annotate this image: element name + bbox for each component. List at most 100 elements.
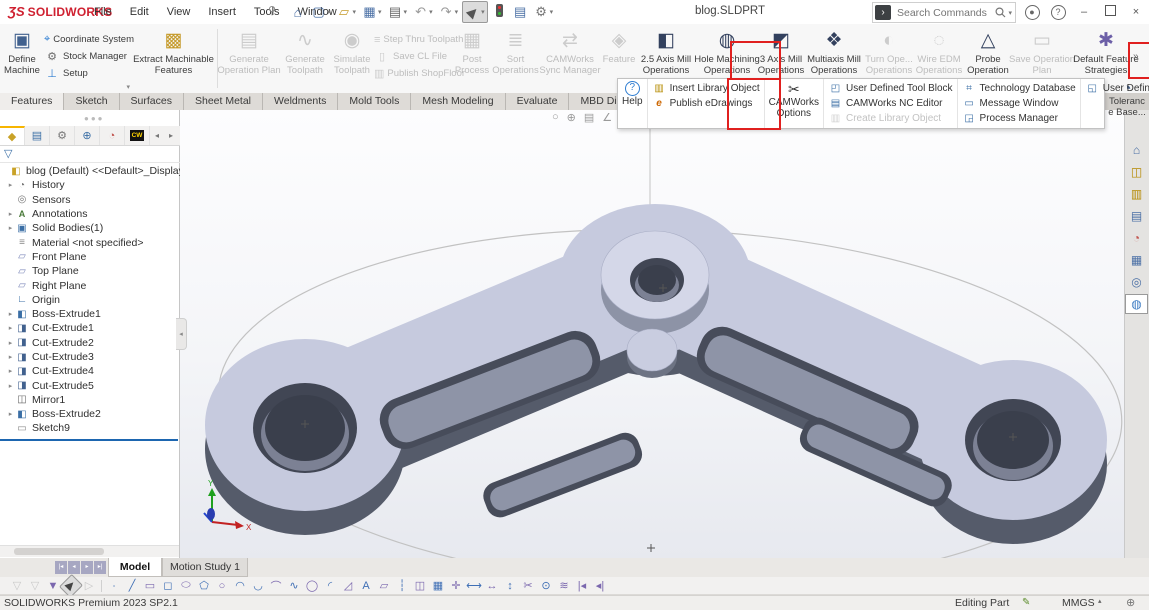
tree-item-cut-extrude4[interactable]: ▸◨Cut-Extrude4	[0, 364, 180, 378]
tree-item-mirror1[interactable]: ◫Mirror1	[0, 393, 180, 407]
account-button[interactable]: ●	[1019, 5, 1045, 20]
expand-arrow-icon[interactable]: ▸	[6, 410, 15, 418]
tree-item-history[interactable]: ▸◔History	[0, 178, 180, 192]
ribbon-overflow-chevron[interactable]: »	[1133, 51, 1139, 62]
message-window-menu-item[interactable]: ▭Message Window	[962, 96, 1076, 111]
horizontal-dimension-button[interactable]: ↔	[483, 580, 501, 592]
part-3d-view[interactable]: Y X	[180, 110, 1124, 558]
open-button[interactable]: ▱▾	[335, 2, 359, 22]
linear-pattern-button[interactable]: ▦	[429, 579, 447, 592]
search-caret-icon[interactable]: ▾	[1008, 9, 1012, 17]
tree-item-cut-extrude1[interactable]: ▸◨Cut-Extrude1	[0, 321, 180, 335]
chamfer-button[interactable]: ◿	[339, 579, 357, 592]
smart-dimension-button[interactable]: ⟷	[465, 579, 483, 592]
save-button[interactable]: ▦▾	[360, 2, 384, 22]
unit-system-label[interactable]: MMGS	[1062, 597, 1095, 609]
help-button[interactable]: ?Help	[618, 79, 648, 128]
minimize-button[interactable]: –	[1071, 6, 1097, 18]
graphics-viewport[interactable]: ○ ⊕ ▤ ∠	[180, 110, 1124, 558]
home-button[interactable]: ⌂	[288, 2, 307, 22]
pin-icon[interactable]: ⚲	[268, 4, 276, 17]
text-button[interactable]: A	[357, 580, 375, 592]
section-view-icon[interactable]: ∠	[602, 111, 612, 124]
print-caret-icon[interactable]: ▾	[404, 8, 408, 16]
tree-item-cut-extrude3[interactable]: ▸◨Cut-Extrude3	[0, 350, 180, 364]
expand-arrow-icon[interactable]: ▸	[6, 181, 15, 189]
tab-features[interactable]: Features	[0, 93, 64, 110]
tree-item-annotations[interactable]: ▸AAnnotations	[0, 207, 180, 221]
tree-item-solid-bodies-1-[interactable]: ▸▣Solid Bodies(1)	[0, 221, 180, 235]
tree-item-top-plane[interactable]: ▱Top Plane	[0, 264, 180, 278]
task-custom-properties-button[interactable]: ▦	[1125, 250, 1148, 270]
tree-item-cut-extrude2[interactable]: ▸◨Cut-Extrude2	[0, 336, 180, 350]
offset-entities-button[interactable]: ≋	[555, 579, 573, 592]
task-3d-content-central-button[interactable]: ◍	[1125, 294, 1148, 314]
fillet-button[interactable]: ◜	[321, 579, 339, 592]
stock-manager-button[interactable]: ⚙Stock Manager	[44, 48, 130, 65]
new-document-caret-icon[interactable]: ▾	[327, 8, 331, 16]
tree-item-sensors[interactable]: ◎Sensors	[0, 193, 180, 207]
coordinate-system-button[interactable]: ⌖Coordinate System	[44, 31, 130, 48]
line-button[interactable]: ╱	[123, 579, 141, 592]
centerline-button[interactable]: ┆	[393, 579, 411, 592]
vertical-dimension-button[interactable]: ↕	[501, 580, 519, 592]
tab-scroll-right[interactable]: ▸	[164, 126, 178, 145]
select-button[interactable]: ▶▾	[462, 1, 488, 23]
undo-button[interactable]: ↶▾	[411, 2, 435, 22]
camworks-nc-editor-menu-item[interactable]: ▤CAMWorks NC Editor	[828, 96, 953, 111]
display-settings-button[interactable]: ▤	[511, 2, 530, 22]
expand-arrow-icon[interactable]: ▸	[6, 224, 15, 232]
rollback-bar[interactable]	[0, 439, 178, 441]
center-rectangle-button[interactable]: ◻	[159, 579, 177, 592]
feature-manager-tab[interactable]: ◆	[0, 126, 25, 145]
task-document-search-button[interactable]: ◎	[1125, 272, 1148, 292]
status-options-icon[interactable]: ⊕	[1126, 596, 1135, 609]
centerpoint-arc-button[interactable]: ◠	[231, 579, 249, 592]
last-tab-button[interactable]: ▸|	[94, 561, 106, 574]
tab-evaluate[interactable]: Evaluate	[506, 93, 570, 110]
open-caret-icon[interactable]: ▾	[353, 8, 357, 16]
redo-caret-icon[interactable]: ▾	[455, 8, 459, 16]
search-input[interactable]	[895, 6, 993, 20]
next-tab-button[interactable]: ▸	[81, 561, 93, 574]
task-design-library-button[interactable]: ▥	[1125, 184, 1148, 204]
property-manager-tab[interactable]: ▤	[25, 126, 50, 145]
units-caret-icon[interactable]: ▴	[1098, 597, 1102, 605]
expand-arrow-icon[interactable]: ▸	[6, 353, 15, 361]
task-appearances-button[interactable]: ◔	[1125, 228, 1148, 248]
tree-root-item[interactable]: ◧blog (Default) <<Default>_Display State	[0, 164, 180, 178]
tree-item-boss-extrude2[interactable]: ▸◧Boss-Extrude2	[0, 407, 180, 421]
redo-button[interactable]: ↷▾	[437, 2, 461, 22]
plane-button[interactable]: ▱	[375, 579, 393, 592]
corner-rectangle-button[interactable]: ▭	[141, 579, 159, 592]
filter-ghost-a-button[interactable]: ▽	[8, 579, 26, 592]
first-tab-button[interactable]: |◂	[55, 561, 67, 574]
dimxpert-manager-tab[interactable]: ⊕	[75, 126, 100, 145]
setup-button[interactable]: ⊥Setup	[44, 65, 130, 82]
panel-grip[interactable]: ●●●	[84, 114, 105, 123]
undo-caret-icon[interactable]: ▾	[429, 8, 433, 16]
tree-item-boss-extrude1[interactable]: ▸◧Boss-Extrude1	[0, 307, 180, 321]
expand-arrow-icon[interactable]: ▸	[6, 367, 15, 375]
tab-weldments[interactable]: Weldments	[263, 93, 338, 110]
tab-model[interactable]: Model	[108, 558, 162, 577]
three-point-arc-button[interactable]: ⌒	[267, 578, 285, 594]
tree-item-cut-extrude5[interactable]: ▸◨Cut-Extrude5	[0, 378, 180, 392]
circle-button[interactable]: ○	[213, 580, 231, 592]
tab-motion-study[interactable]: Motion Study 1	[162, 558, 248, 577]
search-icon[interactable]	[995, 7, 1006, 18]
rebuild-button[interactable]	[490, 2, 509, 22]
options-caret-icon[interactable]: ▾	[550, 8, 554, 16]
tree-item-sketch9[interactable]: ▭Sketch9	[0, 421, 180, 435]
search-box[interactable]: › ▾	[872, 2, 1016, 23]
menu-file[interactable]: File	[86, 3, 120, 21]
tree-item-front-plane[interactable]: ▱Front Plane	[0, 250, 180, 264]
print-button[interactable]: ▤▾	[386, 2, 410, 22]
user-defined-tool-holder-menu-item[interactable]: ◱User Defined Tool/Holder	[1085, 81, 1149, 96]
filter-ghost-b-button[interactable]: ▽	[26, 579, 44, 592]
trim-entities-button[interactable]: ✂	[519, 579, 537, 592]
restore-button[interactable]	[1097, 5, 1123, 19]
tab-sketch[interactable]: Sketch	[64, 93, 119, 110]
select-arrow-button[interactable]: ▶	[59, 573, 83, 597]
process-manager-menu-item[interactable]: ◲Process Manager	[962, 111, 1076, 126]
